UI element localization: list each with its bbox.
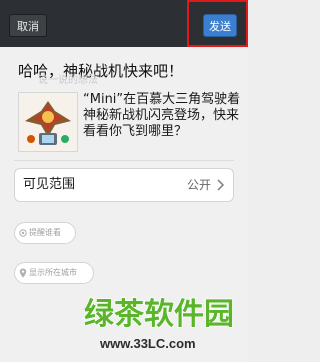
mention-label: 提醒谁看 bbox=[29, 228, 61, 237]
watermark-logo: 绿茶软件园 bbox=[84, 296, 235, 332]
chevron-right-icon bbox=[217, 179, 225, 191]
visibility-value: 公开 bbox=[186, 178, 211, 192]
watermark-url: www.33LC.com bbox=[100, 336, 196, 351]
title-bar: 取消 发送 bbox=[0, 0, 248, 47]
location-label: 显示所在城市 bbox=[29, 268, 77, 277]
game-thumbnail-icon bbox=[19, 93, 77, 151]
divider bbox=[14, 160, 234, 161]
watermark-logo-text: 绿茶软件园 bbox=[84, 297, 234, 332]
mention-button[interactable]: 提醒谁看 bbox=[14, 222, 76, 244]
cancel-button[interactable]: 取消 bbox=[9, 14, 47, 37]
at-icon bbox=[19, 229, 27, 237]
visibility-label: 可见范围 bbox=[23, 177, 76, 192]
location-button[interactable]: 显示所在城市 bbox=[14, 262, 94, 284]
shared-thumbnail bbox=[18, 92, 78, 152]
compose-placeholder: 说一说的想法 bbox=[38, 75, 98, 86]
shared-item-text: “Mini”在百慕大三角驾驶着神秘新战机闪亮登场，快来看看你飞到哪里？ bbox=[83, 92, 241, 139]
visibility-selector[interactable]: 可见范围 公开 bbox=[14, 168, 234, 202]
send-highlight-box bbox=[187, 0, 248, 47]
location-pin-icon bbox=[19, 268, 27, 278]
